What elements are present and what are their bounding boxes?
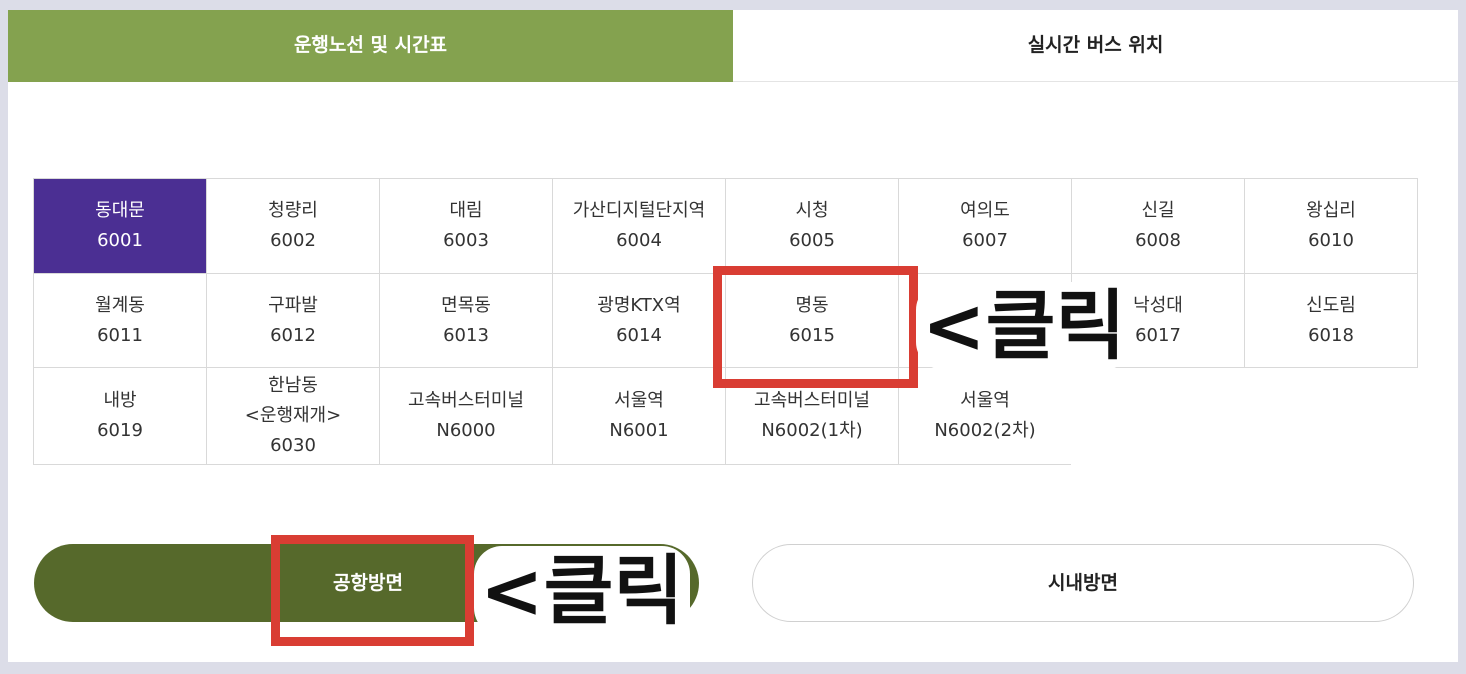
route-name: 신길 <box>1141 200 1175 221</box>
click-annotation-6015: <클릭 <box>916 282 1132 370</box>
route-name: 고속버스터미널 <box>408 390 524 411</box>
route-code: 6014 <box>616 324 662 346</box>
route-6012[interactable]: 구파발 6012 <box>207 274 380 368</box>
route-n6001[interactable]: 서울역 N6001 <box>553 368 726 465</box>
route-note: <운행재개> <box>244 405 342 426</box>
route-name: 월계동 <box>95 294 145 316</box>
route-6019[interactable]: 내방 6019 <box>34 368 207 465</box>
route-name: 광명KTX역 <box>597 294 681 316</box>
route-grid: 동대문 6001 청량리 6002 대림 6003 가산디지털단지역 6004 시청 60… <box>33 178 1418 465</box>
route-name: 여의도 <box>960 200 1010 221</box>
route-6007[interactable]: 여의도 6007 <box>899 179 1072 274</box>
route-code: N6002(2차) <box>934 420 1036 441</box>
route-code: 6010 <box>1308 230 1354 251</box>
route-name: 대림 <box>449 200 483 221</box>
route-name: 청량리 <box>268 200 318 221</box>
route-code: 6019 <box>97 420 143 441</box>
route-name: 면목동 <box>441 294 491 316</box>
route-name: 구파발 <box>268 294 318 316</box>
click-annotation-airport: <클릭 <box>474 546 690 636</box>
route-name: 서울역 <box>614 390 664 411</box>
airport-direction-label[interactable]: 공항방면 <box>283 550 453 616</box>
route-name: 한남동 <box>268 375 318 396</box>
route-6002[interactable]: 청량리 6002 <box>207 179 380 274</box>
route-code: 6013 <box>443 324 489 346</box>
route-code: N6000 <box>436 420 496 441</box>
route-6001[interactable]: 동대문 6001 <box>34 179 207 274</box>
route-6018[interactable]: 신도림 6018 <box>1245 274 1418 368</box>
route-name: 낙성대 <box>1133 294 1183 316</box>
route-name: 동대문 <box>95 200 145 221</box>
route-code: 6017 <box>1135 324 1181 346</box>
route-code: 6004 <box>616 230 662 251</box>
route-code: 6015 <box>789 324 835 346</box>
route-code: 6011 <box>97 324 143 346</box>
route-6005[interactable]: 시청 6005 <box>726 179 899 274</box>
route-6004[interactable]: 가산디지털단지역 6004 <box>553 179 726 274</box>
route-code: 6002 <box>270 230 316 251</box>
route-name: 왕십리 <box>1306 200 1356 221</box>
route-name: 서울역 <box>960 390 1010 411</box>
route-n6002-2[interactable]: 서울역 N6002(2차) <box>899 368 1072 465</box>
route-code: 6003 <box>443 230 489 251</box>
route-6013[interactable]: 면목동 6013 <box>380 274 553 368</box>
route-n6000[interactable]: 고속버스터미널 N6000 <box>380 368 553 465</box>
route-name: 명동 <box>795 294 829 316</box>
route-6014[interactable]: 광명KTX역 6014 <box>553 274 726 368</box>
route-n6002-1[interactable]: 고속버스터미널 N6002(1차) <box>726 368 899 465</box>
grid-filler <box>1071 368 1245 465</box>
tab-realtime-bus-location[interactable]: 실시간 버스 위치 <box>733 10 1458 82</box>
route-6015[interactable]: 명동 6015 <box>726 274 899 368</box>
route-6003[interactable]: 대림 6003 <box>380 179 553 274</box>
route-name: 가산디지털단지역 <box>572 200 706 221</box>
route-code: 6001 <box>97 230 143 251</box>
route-code: 6030 <box>270 435 316 456</box>
route-6011[interactable]: 월계동 6011 <box>34 274 207 368</box>
tab-routes-timetable[interactable]: 운행노선 및 시간표 <box>8 10 733 82</box>
route-name: 고속버스터미널 <box>754 390 870 411</box>
route-name: 내방 <box>103 390 137 411</box>
route-name: 시청 <box>795 200 829 221</box>
route-code: 6007 <box>962 230 1008 251</box>
route-code: 6018 <box>1308 324 1354 346</box>
route-6030[interactable]: 한남동 <운행재개> 6030 <box>207 368 380 465</box>
route-code: 6008 <box>1135 230 1181 251</box>
route-name: 신도림 <box>1306 294 1356 316</box>
route-6010[interactable]: 왕십리 6010 <box>1245 179 1418 274</box>
route-6008[interactable]: 신길 6008 <box>1072 179 1245 274</box>
tab-bar: 운행노선 및 시간표 실시간 버스 위치 <box>8 10 1458 82</box>
grid-filler <box>1245 368 1418 465</box>
city-direction-button[interactable]: 시내방면 <box>752 544 1414 622</box>
route-code: N6002(1차) <box>761 420 863 441</box>
route-code: 6012 <box>270 324 316 346</box>
route-code: 6005 <box>789 230 835 251</box>
route-code: N6001 <box>609 420 669 441</box>
